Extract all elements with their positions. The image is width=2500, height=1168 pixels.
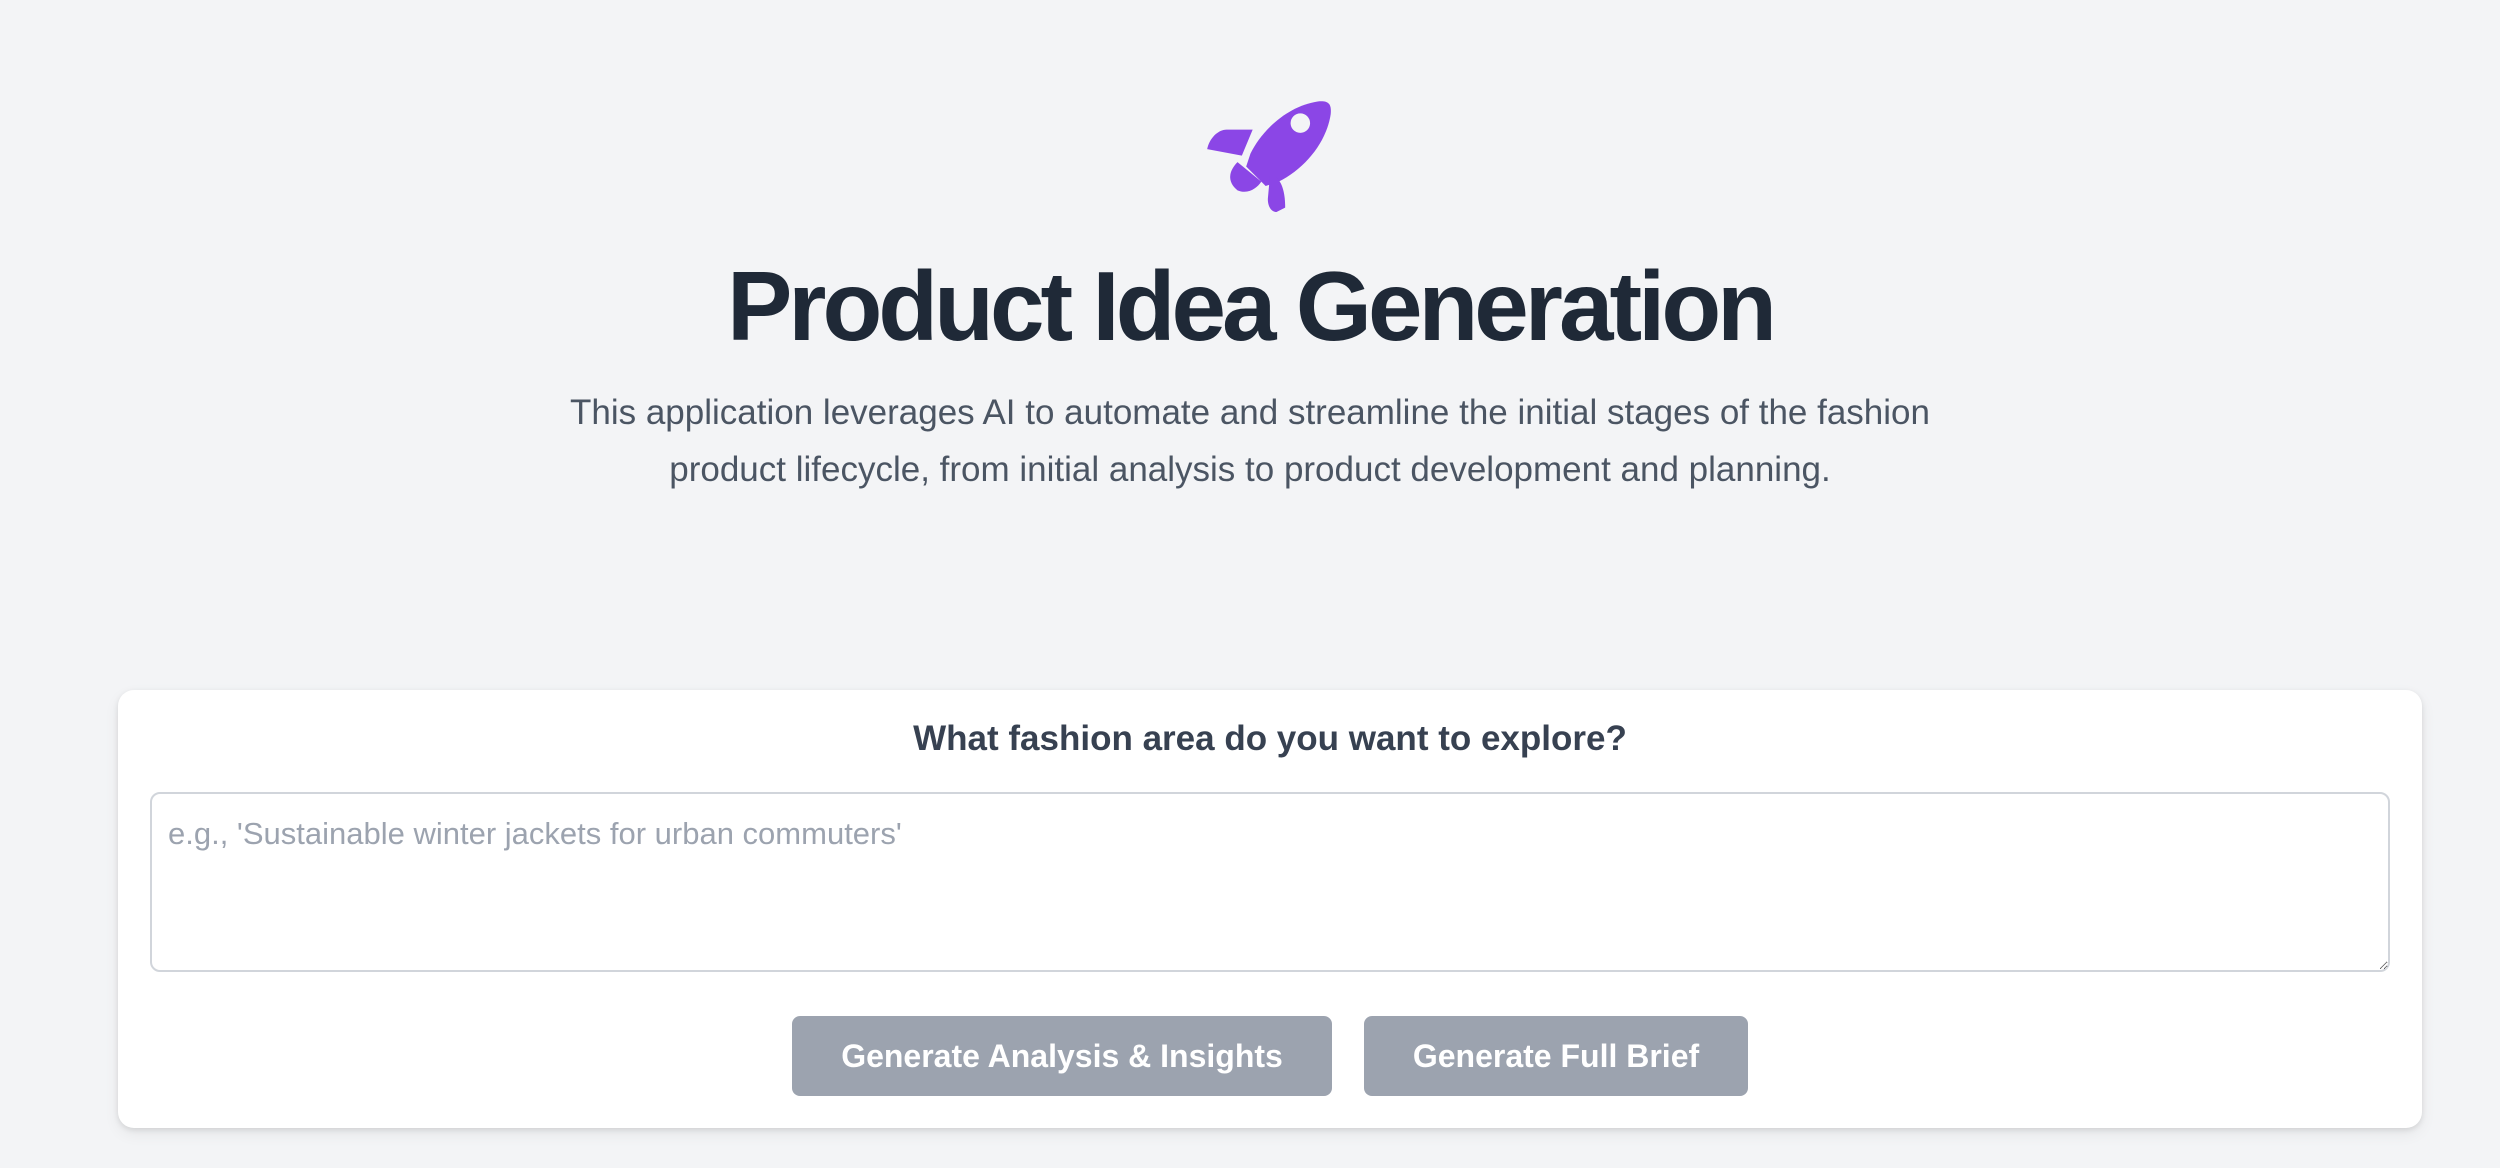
fashion-area-input[interactable] [150, 792, 2390, 972]
explore-prompt-label: What fashion area do you want to explore… [913, 719, 1627, 758]
generate-analysis-button[interactable]: Generate Analysis & Insights [792, 1016, 1332, 1096]
generate-brief-button[interactable]: Generate Full Brief [1364, 1016, 1748, 1096]
page-title: Product Idea Generation [726, 251, 1777, 361]
rocket-icon [1207, 101, 1331, 212]
explore-form-card: What fashion area do you want to explore… [118, 690, 2422, 1128]
hero-section: Product Idea Generation This application… [0, 0, 2500, 640]
page-description: This application leverages AI to automat… [570, 393, 1930, 489]
